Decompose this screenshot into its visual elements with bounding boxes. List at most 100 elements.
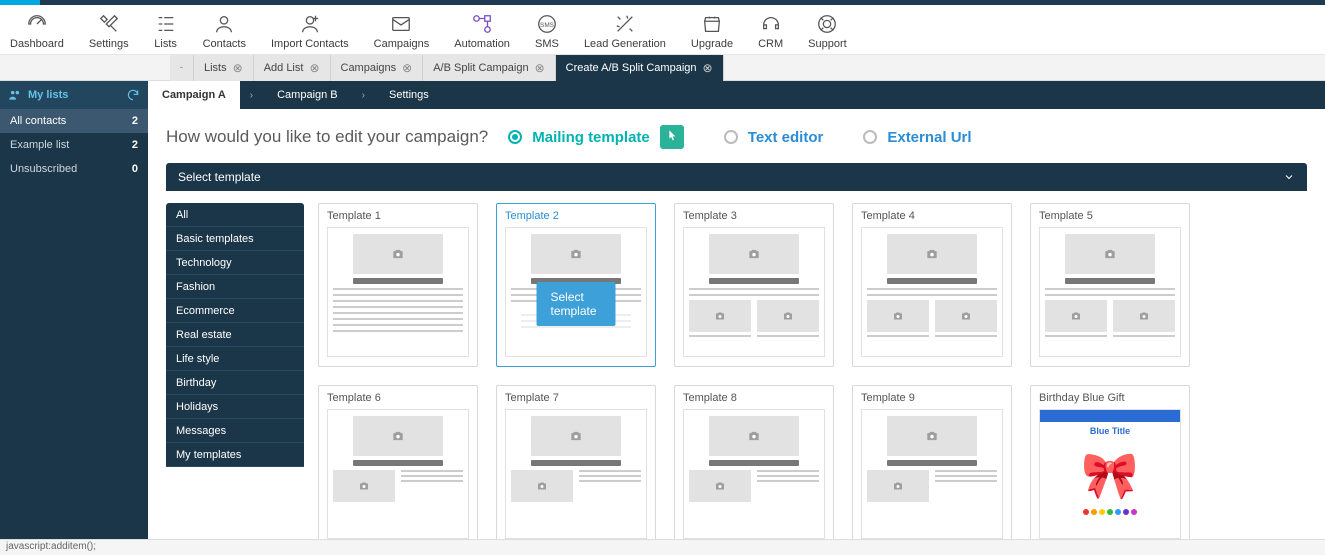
template-card[interactable]: Template 6 [318, 385, 478, 539]
wizard-step-campaign-a[interactable]: Campaign A [148, 81, 240, 109]
template-card[interactable]: Birthday Blue GiftBlue Title🎀 [1030, 385, 1190, 539]
list-count: 2 [132, 139, 138, 151]
nav-support[interactable]: Support [808, 13, 847, 50]
list-label: Unsubscribed [10, 163, 77, 175]
category-holidays[interactable]: Holidays [166, 395, 304, 419]
nav-label: Contacts [203, 38, 246, 50]
template-preview [1039, 227, 1181, 357]
nav-import[interactable]: Import Contacts [271, 13, 349, 50]
nav-campaigns[interactable]: Campaigns [374, 13, 430, 50]
tab-campaigns[interactable]: Campaigns⊗ [331, 55, 424, 81]
radio-icon [863, 130, 877, 144]
nav-label: Lead Generation [584, 38, 666, 50]
list-count: 0 [132, 163, 138, 175]
template-title: Template 4 [861, 210, 1003, 222]
category-technology[interactable]: Technology [166, 251, 304, 275]
edit-option-label: External Url [887, 129, 971, 146]
template-preview [683, 409, 825, 539]
edit-question: How would you like to edit your campaign… [166, 127, 488, 147]
nav-dashboard[interactable]: Dashboard [10, 13, 64, 50]
wizard-step-campaign-b[interactable]: Campaign B [263, 81, 352, 109]
template-title: Template 6 [327, 392, 469, 404]
template-card[interactable]: Template 1 [318, 203, 478, 367]
nav-lists[interactable]: Lists [154, 13, 178, 50]
edit-option-label: Text editor [748, 129, 824, 146]
template-card[interactable]: Template 4 [852, 203, 1012, 367]
gauge-icon [180, 61, 183, 75]
top-nav: Dashboard Settings Lists Contacts Import Con… [0, 5, 1325, 55]
category-messages[interactable]: Messages [166, 419, 304, 443]
close-icon[interactable]: ⊗ [309, 61, 319, 75]
category-real-estate[interactable]: Real estate [166, 323, 304, 347]
tab-create-a-b-split-campaign[interactable]: Create A/B Split Campaign ⊗ [556, 55, 724, 81]
select-template-bar[interactable]: Select template [166, 163, 1307, 191]
sidebar-item-all-contacts[interactable]: All contacts2 [0, 109, 148, 133]
refresh-icon[interactable] [126, 88, 140, 102]
radio-icon [724, 130, 738, 144]
close-icon[interactable]: ⊗ [535, 61, 545, 75]
nav-upgrade[interactable]: Upgrade [691, 13, 733, 50]
template-title: Birthday Blue Gift [1039, 392, 1181, 404]
sidebar: My lists All contacts2Example list2Unsub… [0, 81, 148, 539]
nav-settings[interactable]: Settings [89, 13, 129, 50]
wand-icon [613, 13, 637, 35]
close-icon[interactable]: ⊗ [402, 61, 412, 75]
template-preview [683, 227, 825, 357]
template-card[interactable]: Template 2Select template [496, 203, 656, 367]
tab-home-icon[interactable] [170, 55, 194, 81]
gauge-icon [25, 13, 49, 35]
category-birthday[interactable]: Birthday [166, 371, 304, 395]
list-label: All contacts [10, 115, 66, 127]
lifering-icon [815, 13, 839, 35]
nav-crm[interactable]: CRM [758, 13, 783, 50]
user-icon [212, 13, 236, 35]
tools-icon [97, 13, 121, 35]
category-my-templates[interactable]: My templates [166, 443, 304, 467]
tab-lists[interactable]: Lists ⊗ [194, 55, 254, 81]
svg-text:SMS: SMS [540, 22, 554, 29]
tab-label: Lists [204, 62, 227, 74]
select-template-button[interactable]: Select template [537, 282, 616, 326]
template-card[interactable]: Template 9 [852, 385, 1012, 539]
select-template-label: Select template [178, 170, 261, 184]
nav-leadgen[interactable]: Lead Generation [584, 13, 666, 50]
shop-icon [700, 13, 724, 35]
nav-label: Support [808, 38, 847, 50]
template-card[interactable]: Template 7 [496, 385, 656, 539]
edit-option-external-url[interactable]: External Url [863, 129, 971, 146]
template-card[interactable]: Template 3 [674, 203, 834, 367]
people-icon [8, 88, 22, 102]
edit-option-mailing-template[interactable]: Mailing template [508, 125, 684, 149]
edit-option-text-editor[interactable]: Text editor [724, 129, 824, 146]
nav-contacts[interactable]: Contacts [203, 13, 246, 50]
category-life-style[interactable]: Life style [166, 347, 304, 371]
category-all[interactable]: All [166, 203, 304, 227]
tab-add-list[interactable]: Add List⊗ [254, 55, 331, 81]
tab-label: A/B Split Campaign [433, 62, 528, 74]
category-fashion[interactable]: Fashion [166, 275, 304, 299]
category-basic-templates[interactable]: Basic templates [166, 227, 304, 251]
status-bar: javascript:additem(); [0, 539, 1325, 555]
sidebar-item-unsubscribed[interactable]: Unsubscribed 0 [0, 157, 148, 181]
nav-label: Lists [154, 38, 177, 50]
template-card[interactable]: Template 8 [674, 385, 834, 539]
template-title: Template 3 [683, 210, 825, 222]
close-icon[interactable]: ⊗ [233, 61, 243, 75]
template-card[interactable]: Template 5 [1030, 203, 1190, 367]
nav-sms[interactable]: SMSSMS [535, 13, 559, 50]
wizard-step-settings[interactable]: Settings [375, 81, 443, 109]
mail-icon [389, 13, 413, 35]
category-ecommerce[interactable]: Ecommerce [166, 299, 304, 323]
chevron-right-icon: › [240, 90, 263, 101]
template-title: Template 7 [505, 392, 647, 404]
nav-label: CRM [758, 38, 783, 50]
sidebar-item-example-list[interactable]: Example list2 [0, 133, 148, 157]
nav-automation[interactable]: Automation [454, 13, 510, 50]
sidebar-title: My lists [28, 89, 68, 101]
template-preview [505, 409, 647, 539]
tab-label: Create A/B Split Campaign [566, 62, 697, 74]
close-icon[interactable]: ⊗ [703, 61, 713, 75]
tab-a-b-split-campaign[interactable]: A/B Split Campaign ⊗ [423, 55, 555, 81]
document-tabs: Lists⊗Add List⊗Campaigns⊗A/B Split Campa… [0, 55, 1325, 81]
lists-icon [154, 13, 178, 35]
